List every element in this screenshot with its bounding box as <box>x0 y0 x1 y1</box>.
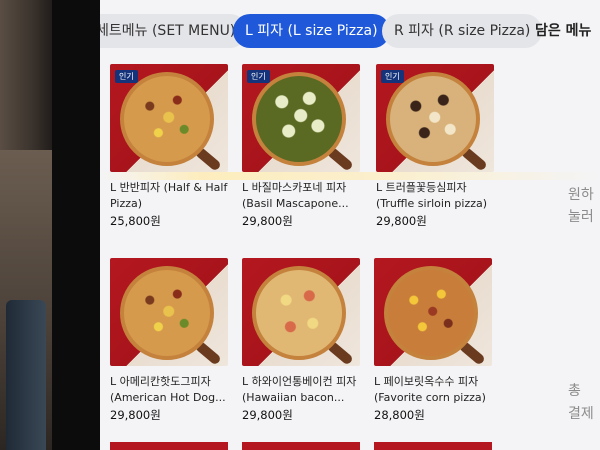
product-price: 29,800원 <box>376 214 427 228</box>
product-image: 인기 <box>376 64 494 172</box>
tab-r-size-pizza[interactable]: R 피자 (R size Pizza) <box>382 14 543 48</box>
next-row-product-image <box>110 442 228 450</box>
cart-title: 담은 메뉴 <box>535 23 592 39</box>
card-reader-stand <box>6 300 46 450</box>
pizza-photo <box>120 266 214 360</box>
product-card[interactable]: 인기 L 트러플꽃등심피자 (Truffle sirloin pizza) 29… <box>376 64 494 229</box>
product-name: L 바질마스카포네 피자 (Basil Mascapone... <box>242 181 349 210</box>
cart-total-label: 총 <box>568 383 581 399</box>
next-row-product-image <box>374 442 492 450</box>
product-price: 25,800원 <box>110 214 161 228</box>
category-tab-bar: 세트메뉴 (SET MENU) L 피자 (L size Pizza) R 피자… <box>100 0 600 56</box>
cart-hint-line-2: 눌러 <box>568 209 594 225</box>
product-card[interactable]: L 하와이언통베이컨 피자 (Hawaiian bacon... 29,800원 <box>242 258 360 423</box>
popular-badge: 인기 <box>115 70 138 83</box>
pizza-photo <box>120 72 214 166</box>
product-image: 인기 <box>110 64 228 172</box>
product-name: L 아메리칸핫도그피자 (American Hot Dog... <box>110 375 226 404</box>
product-price: 29,800원 <box>242 214 293 228</box>
product-name: L 트러플꽃등심피자 (Truffle sirloin pizza) <box>376 181 488 210</box>
tab-set-menu[interactable]: 세트메뉴 (SET MENU) <box>100 14 248 48</box>
cart-pay-label: 결제 <box>568 406 594 422</box>
kiosk-bezel <box>52 0 100 450</box>
product-card[interactable]: L 아메리칸핫도그피자 (American Hot Dog... 29,800원 <box>110 258 228 423</box>
product-image: 인기 <box>242 64 360 172</box>
product-card[interactable]: L 페이보릿옥수수 피자 (Favorite corn pizza) 28,80… <box>374 258 492 423</box>
product-price: 29,800원 <box>110 408 161 422</box>
pizza-photo <box>252 266 346 360</box>
product-name: L 하와이언통베이컨 피자 (Hawaiian bacon... <box>242 375 357 404</box>
cart-hint-line-1: 원하 <box>568 187 594 203</box>
pizza-photo <box>252 72 346 166</box>
pizza-photo <box>384 266 478 360</box>
product-card[interactable]: 인기 L 바질마스카포네 피자 (Basil Mascapone... 29,8… <box>242 64 360 229</box>
kiosk-screen: 세트메뉴 (SET MENU) L 피자 (L size Pizza) R 피자… <box>100 0 600 450</box>
kiosk-surroundings <box>0 0 58 450</box>
pizza-photo <box>386 72 480 166</box>
product-name: L 반반피자 (Half & Half Pizza) <box>110 181 228 210</box>
product-price: 29,800원 <box>242 408 293 422</box>
product-card[interactable]: 인기 L 반반피자 (Half & Half Pizza) 25,800원 <box>110 64 228 229</box>
next-row-product-image <box>242 442 360 450</box>
tab-l-size-pizza[interactable]: L 피자 (L size Pizza) <box>233 14 390 48</box>
popular-badge: 인기 <box>247 70 270 83</box>
product-price: 28,800원 <box>374 408 425 422</box>
product-image <box>110 258 228 366</box>
popular-badge: 인기 <box>381 70 404 83</box>
product-name: L 페이보릿옥수수 피자 (Favorite corn pizza) <box>374 375 486 404</box>
product-image <box>374 258 492 366</box>
product-image <box>242 258 360 366</box>
